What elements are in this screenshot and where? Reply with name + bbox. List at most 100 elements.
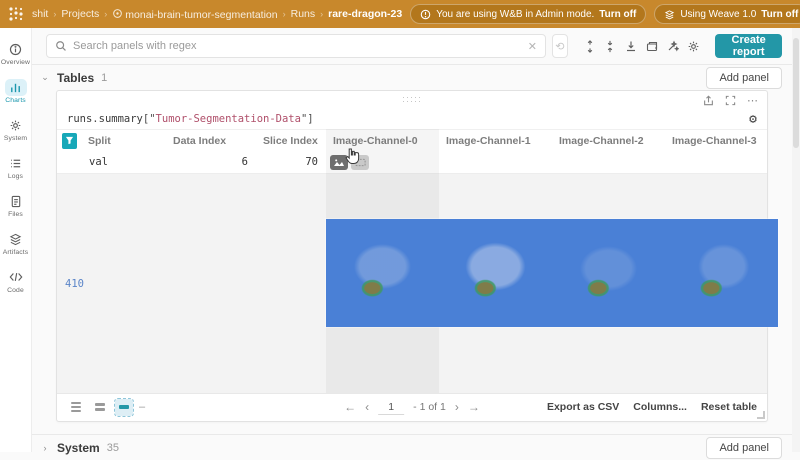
sidebar-item-label: Code (7, 286, 24, 294)
table-row[interactable]: val 6 70 (57, 151, 767, 173)
download-panels-icon[interactable] (624, 35, 639, 57)
admin-turn-off-button[interactable]: Turn off (599, 9, 636, 20)
bar-chart-icon (4, 78, 27, 96)
clear-search-icon[interactable]: ✕ (528, 40, 537, 53)
list-icon (5, 155, 27, 172)
sidebar-item-files[interactable]: Files (0, 186, 32, 224)
search-history-button[interactable]: ⟲ (552, 34, 568, 58)
weave-icon (665, 9, 675, 19)
panel-query-row[interactable]: runs. summary [" Tumor-Segmentation-Data "] … (57, 109, 767, 129)
panel-layout-icon[interactable] (645, 35, 660, 57)
sidebar-item-label: Artifacts (2, 248, 29, 256)
breadcrumb-runs[interactable]: Runs (291, 8, 316, 20)
reset-table-button[interactable]: Reset table (701, 401, 757, 413)
row-height-medium-button[interactable] (91, 399, 109, 416)
collapse-panels-icon[interactable] (603, 35, 618, 57)
tumor-segmentation-overlay (665, 219, 778, 327)
breadcrumb-project-label: monai-brain-tumor-segmentation (125, 8, 278, 21)
history-icon: ⟲ (555, 40, 565, 53)
column-header-data-index[interactable]: Data Index (166, 135, 256, 147)
column-header-slice-index[interactable]: Slice Index (256, 135, 326, 147)
expand-panels-icon[interactable] (582, 35, 597, 57)
tumor-segmentation-overlay (439, 219, 552, 327)
drag-handle-icon[interactable]: ····· ····· (402, 93, 422, 106)
row-height-dash-icon[interactable]: – (139, 401, 145, 413)
column-header-split[interactable]: Split (81, 135, 166, 147)
breadcrumb-projects[interactable]: Projects (61, 8, 99, 20)
more-options-icon[interactable]: ⋯ (746, 94, 759, 107)
workspace-settings-gear-icon[interactable] (686, 35, 701, 57)
wandb-logo-icon[interactable] (8, 6, 24, 22)
sidebar-item-logs[interactable]: Logs (0, 148, 32, 186)
first-page-button[interactable]: ← (344, 400, 356, 414)
file-icon (5, 193, 27, 210)
panel-settings-gear-icon[interactable]: ⚙ (749, 112, 757, 127)
prev-page-button[interactable]: ‹ (365, 400, 369, 414)
breadcrumb-entity[interactable]: shit (32, 8, 48, 20)
query-bracket-open: [" (142, 113, 156, 125)
chevron-right-icon[interactable]: › (40, 443, 50, 453)
mri-image-channel-2[interactable] (552, 219, 665, 327)
last-page-button[interactable]: → (468, 400, 480, 414)
breadcrumb-project[interactable]: monai-brain-tumor-segmentation (112, 8, 278, 21)
fullscreen-icon[interactable] (724, 94, 737, 107)
admin-mode-banner: You are using W&B in Admin mode. Turn of… (410, 4, 647, 24)
cell-split: val (89, 156, 108, 168)
tables-section-title[interactable]: Tables (57, 71, 94, 85)
row-height-small-button[interactable] (67, 399, 85, 416)
add-panel-button[interactable]: Add panel (706, 436, 782, 459)
panel-top-bar: ····· ····· ⋯ (57, 91, 767, 109)
panels-toolbar: ✕ ⟲ Create report (32, 28, 792, 64)
sidebar-item-system[interactable]: System (0, 110, 32, 148)
panel-search-input[interactable] (73, 40, 522, 52)
columns-button[interactable]: Columns... (633, 401, 687, 413)
column-header-image-channel-3[interactable]: Image-Channel-3 (665, 135, 767, 147)
sidebar-item-label: Logs (7, 172, 24, 180)
sidebar-item-charts[interactable]: Charts (0, 72, 32, 110)
table-footer: – ← ‹ 1 - 1 of 1 › → Export as CSV Colum… (57, 393, 767, 420)
page-info-label: - 1 of 1 (413, 401, 446, 413)
chevron-down-icon[interactable]: ⌄ (40, 72, 50, 83)
info-icon (5, 41, 27, 58)
system-section-title[interactable]: System (57, 441, 100, 455)
next-page-button[interactable]: › (455, 400, 459, 414)
create-report-button[interactable]: Create report (715, 34, 783, 58)
row-index-link[interactable]: 410 (65, 278, 84, 290)
export-panel-icon[interactable] (702, 94, 715, 107)
main-content: ✕ ⟲ Create report ⌄ Tables 1 Add panel ·… (32, 28, 792, 459)
alert-clock-icon (420, 9, 431, 19)
breadcrumb-separator: › (282, 9, 286, 19)
mri-image-channel-1[interactable] (439, 219, 552, 327)
panel-resize-handle[interactable] (757, 411, 765, 419)
topbar: shit › Projects › monai-brain-tumor-segm… (0, 0, 800, 28)
page-number-input[interactable]: 1 (378, 400, 405, 415)
system-section: › System 35 Add panel (32, 434, 792, 460)
export-csv-button[interactable]: Export as CSV (547, 401, 619, 413)
breadcrumb-run-name[interactable]: rare-dragon-23 (328, 8, 402, 20)
column-header-image-channel-2[interactable]: Image-Channel-2 (552, 135, 665, 147)
sidebar-item-code[interactable]: Code (0, 262, 32, 300)
weave-banner: Using Weave 1.0 Turn off (654, 4, 800, 24)
row-height-large-button[interactable] (114, 397, 134, 417)
panel-search-box[interactable]: ✕ (46, 34, 546, 58)
sidebar-item-artifacts[interactable]: Artifacts (0, 224, 32, 262)
sidebar-item-overview[interactable]: Overview (0, 34, 32, 72)
image-thumbnail-icon[interactable] (330, 154, 348, 170)
add-panel-button[interactable]: Add panel (706, 66, 782, 89)
scrollbar-thumb[interactable] (793, 38, 799, 148)
column-header-image-channel-0[interactable]: Image-Channel-0 (326, 135, 439, 147)
filter-funnel-button[interactable] (62, 132, 77, 149)
magic-sparkle-icon[interactable] (666, 35, 681, 57)
layers-icon (5, 231, 27, 248)
cell-image-channel-0 (326, 154, 439, 170)
sidebar-item-label: Overview (0, 58, 31, 66)
weave-turn-off-button[interactable]: Turn off (761, 9, 798, 20)
gear-icon (5, 117, 27, 134)
query-attr: summary (98, 113, 143, 125)
segmentation-mask-icon[interactable] (351, 154, 369, 170)
mri-image-channel-3[interactable] (665, 219, 778, 327)
admin-mode-text: You are using W&B in Admin mode. (436, 8, 595, 20)
mri-image-channel-0[interactable] (326, 219, 439, 327)
column-header-image-channel-1[interactable]: Image-Channel-1 (439, 135, 552, 147)
sidebar-item-label: Charts (5, 96, 26, 104)
